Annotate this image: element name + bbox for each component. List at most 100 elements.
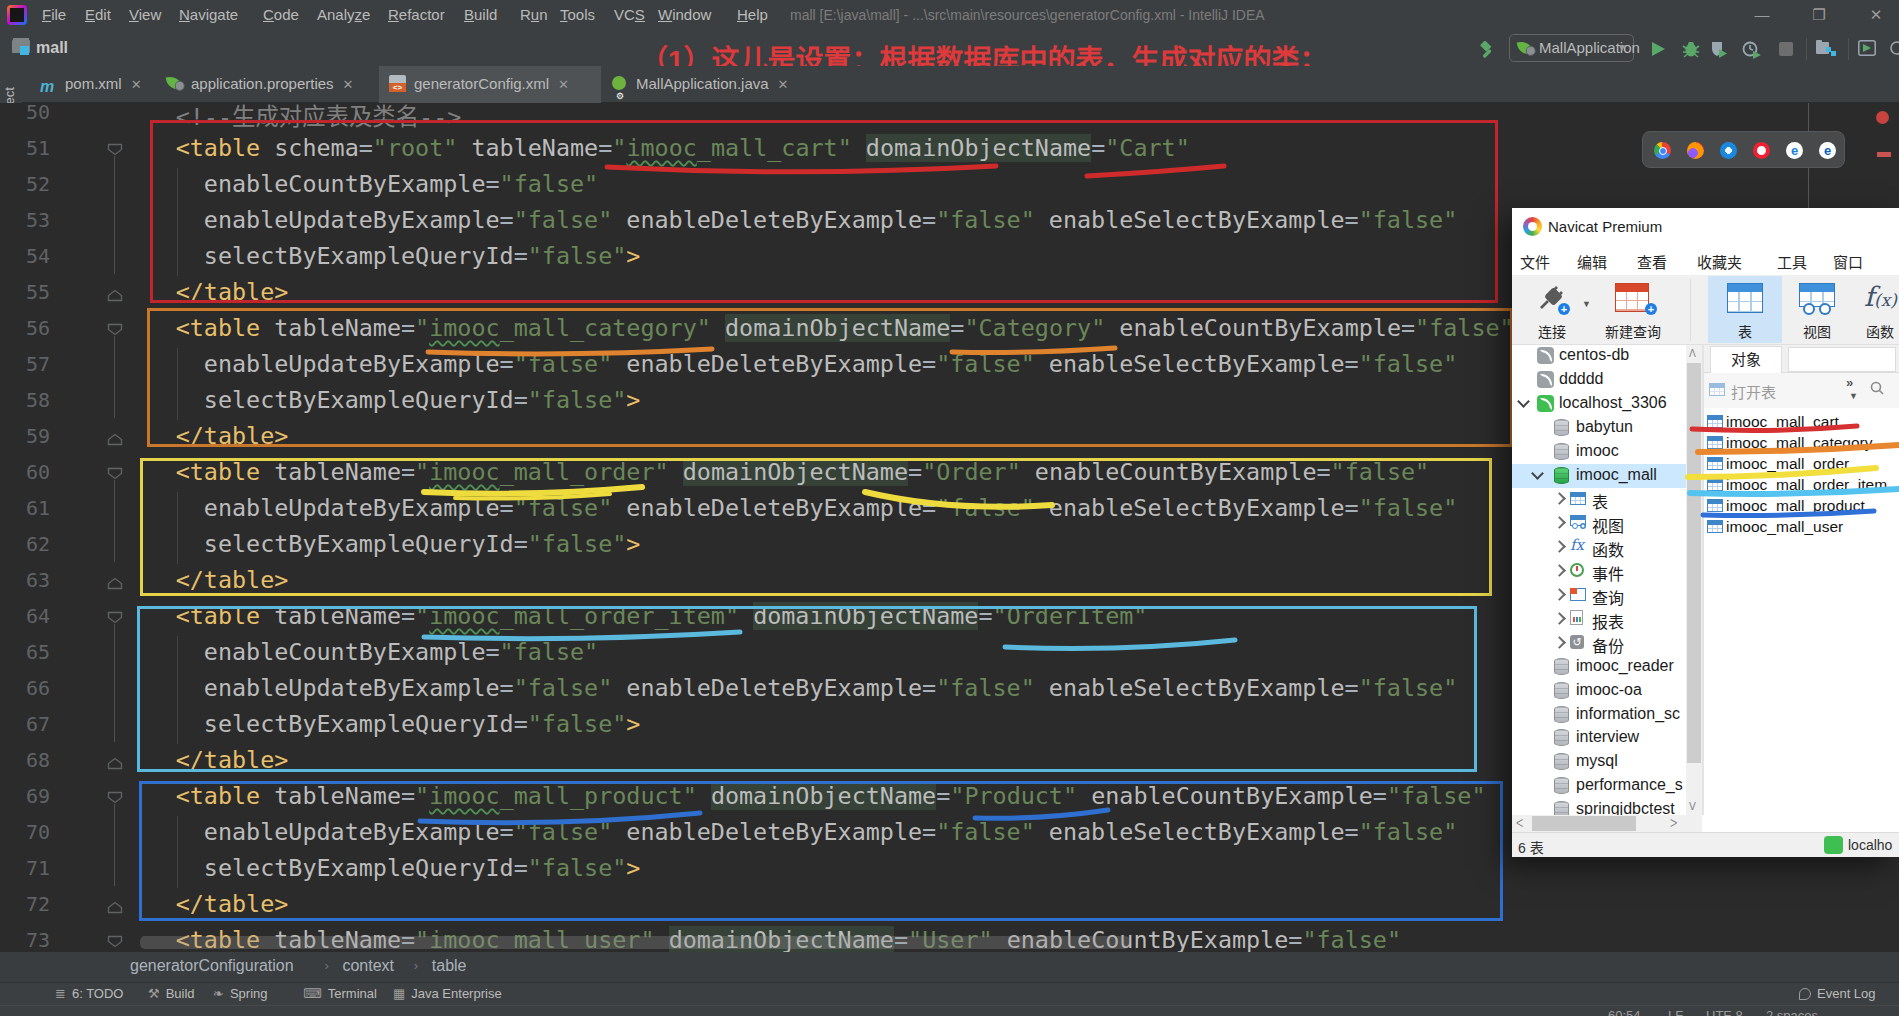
scroll-left-icon[interactable]: ᐸ bbox=[1516, 818, 1523, 829]
tree-item-centos-db[interactable]: centos-db bbox=[1512, 345, 1686, 368]
fold-start-icon[interactable] bbox=[107, 322, 123, 335]
menu-edit[interactable]: Edit bbox=[85, 0, 111, 29]
tab-close-icon[interactable]: ✕ bbox=[343, 77, 354, 92]
tree-item-事件[interactable]: 事件 bbox=[1512, 559, 1686, 583]
fold-end-icon[interactable] bbox=[107, 756, 123, 769]
breadcrumb-context[interactable]: context bbox=[342, 957, 394, 975]
object-row-imooc_mall_cart[interactable]: imooc_mall_cart bbox=[1704, 412, 1899, 433]
tree-item-报表[interactable]: 报表 bbox=[1512, 607, 1686, 631]
line-separator[interactable]: LF bbox=[1668, 1008, 1683, 1016]
tree-item-视图[interactable]: 视图 bbox=[1512, 511, 1686, 535]
tree-item-imooc-oa[interactable]: imooc-oa bbox=[1512, 679, 1686, 703]
object-row-imooc_mall_order_item[interactable]: imooc_mall_order_item bbox=[1704, 475, 1899, 496]
tree-item-springjdbctest[interactable]: springjdbctest bbox=[1512, 798, 1686, 815]
object-row-imooc_mall_product[interactable]: imooc_mall_product bbox=[1704, 496, 1899, 517]
scroll-down-icon[interactable]: ᐯ bbox=[1689, 801, 1696, 812]
status-event-log[interactable]: Event Log bbox=[1799, 986, 1876, 1001]
tree-item-mysql[interactable]: mysql bbox=[1512, 750, 1686, 774]
run-button[interactable] bbox=[1650, 41, 1666, 57]
tab-application-properties[interactable]: application.properties✕ bbox=[156, 66, 379, 103]
navicat-tool-连接[interactable]: 连接 bbox=[1518, 321, 1586, 341]
fold-start-icon[interactable] bbox=[107, 790, 123, 803]
tab-close-icon[interactable]: ✕ bbox=[778, 77, 789, 92]
menu-window[interactable]: Window bbox=[658, 0, 711, 29]
fold-end-icon[interactable] bbox=[107, 576, 123, 589]
status-terminal[interactable]: ⌨Terminal bbox=[303, 986, 377, 1001]
tree-item-查询[interactable]: 查询 bbox=[1512, 583, 1686, 607]
breadcrumb-table[interactable]: table bbox=[432, 957, 467, 975]
menu-refactor[interactable]: Refactor bbox=[388, 0, 445, 29]
scroll-up-icon[interactable]: ᐱ bbox=[1689, 348, 1696, 359]
menu-run[interactable]: Run bbox=[520, 0, 548, 29]
tree-item-imooc[interactable]: imooc bbox=[1512, 440, 1686, 464]
browser-firefox-icon[interactable] bbox=[1687, 142, 1704, 159]
tree-item-localhost_3306[interactable]: localhost_3306 bbox=[1512, 392, 1686, 416]
menu-navigate[interactable]: Navigate bbox=[179, 0, 238, 29]
file-encoding[interactable]: UTF-8 bbox=[1706, 1008, 1743, 1016]
menu-analyze[interactable]: Analyze bbox=[317, 0, 370, 29]
build-hammer-icon[interactable] bbox=[1478, 41, 1496, 59]
editor-hscrollbar[interactable] bbox=[140, 936, 1130, 949]
object-row-imooc_mall_order[interactable]: imooc_mall_order bbox=[1704, 454, 1899, 475]
scroll-right-icon[interactable]: ᐳ bbox=[1670, 818, 1677, 829]
status-build[interactable]: ⚒Build bbox=[148, 986, 195, 1001]
tab-close-icon[interactable]: ✕ bbox=[558, 77, 569, 92]
object-filter-box[interactable] bbox=[1788, 347, 1896, 372]
navicat-menu-收藏夹[interactable]: 收藏夹 bbox=[1697, 251, 1742, 272]
tree-item-备份[interactable]: ↺备份 bbox=[1512, 631, 1686, 655]
maximize-button[interactable]: ❐ bbox=[1809, 6, 1829, 24]
tab-MallApplication-java[interactable]: ⚙MallApplication.java✕ bbox=[601, 66, 829, 103]
coverage-button[interactable] bbox=[1710, 40, 1728, 58]
breadcrumb-generatorConfiguration[interactable]: generatorConfiguration bbox=[130, 957, 294, 975]
browser-edge-icon[interactable]: e bbox=[1819, 142, 1836, 159]
tree-item-performance_s[interactable]: performance_s bbox=[1512, 774, 1686, 798]
fold-start-icon[interactable] bbox=[107, 142, 123, 155]
navicat-menu-文件[interactable]: 文件 bbox=[1520, 251, 1550, 272]
hscroll-thumb[interactable] bbox=[1532, 816, 1636, 831]
fold-end-icon[interactable] bbox=[107, 900, 123, 913]
scrollbar-thumb[interactable] bbox=[1687, 363, 1701, 763]
debug-button[interactable] bbox=[1682, 40, 1700, 58]
status-6-todo[interactable]: ≣6: TODO bbox=[55, 986, 123, 1001]
close-button[interactable]: ✕ bbox=[1866, 6, 1886, 24]
menu-vcs[interactable]: VCS bbox=[614, 0, 645, 29]
profiler-button[interactable] bbox=[1742, 40, 1761, 59]
tab-objects[interactable]: 对象 bbox=[1710, 346, 1782, 373]
tree-item-表[interactable]: 表 bbox=[1512, 487, 1686, 511]
open-table-button[interactable]: 打开表 bbox=[1731, 381, 1776, 402]
browser-safari-icon[interactable] bbox=[1720, 142, 1737, 159]
tree-item-imooc_mall[interactable]: imooc_mall bbox=[1512, 464, 1686, 488]
caret-position[interactable]: 60:54 bbox=[1608, 1008, 1641, 1016]
menu-build[interactable]: Build bbox=[464, 0, 497, 29]
tree-item-information_sc[interactable]: information_sc bbox=[1512, 703, 1686, 727]
tab-pom-xml[interactable]: mpom.xml✕ bbox=[30, 66, 156, 103]
menu-view[interactable]: View bbox=[129, 0, 161, 29]
tab-generatorConfig-xml[interactable]: <>generatorConfig.xml✕ bbox=[379, 66, 601, 103]
expand-icon[interactable] bbox=[1517, 395, 1530, 408]
stop-button[interactable] bbox=[1779, 42, 1793, 56]
tree-item-interview[interactable]: interview bbox=[1512, 726, 1686, 750]
fold-start-icon[interactable] bbox=[107, 466, 123, 479]
run-anything-icon[interactable] bbox=[1858, 40, 1876, 56]
status-java-enterprise[interactable]: ▦Java Enterprise bbox=[393, 986, 502, 1001]
collapse-icon[interactable] bbox=[1553, 612, 1566, 625]
tree-item-ddddd[interactable]: ddddd bbox=[1512, 368, 1686, 392]
collapse-icon[interactable] bbox=[1553, 564, 1566, 577]
tree-item-imooc_reader[interactable]: imooc_reader bbox=[1512, 655, 1686, 679]
fold-start-icon[interactable] bbox=[107, 610, 123, 623]
status-spring[interactable]: ❧Spring bbox=[213, 986, 267, 1001]
tab-close-icon[interactable]: ✕ bbox=[131, 77, 142, 92]
browser-ie-icon[interactable]: e bbox=[1786, 142, 1803, 159]
collapse-icon[interactable] bbox=[1553, 516, 1566, 529]
indent-info[interactable]: 2 spaces bbox=[1766, 1008, 1818, 1016]
collapse-icon[interactable] bbox=[1553, 636, 1566, 649]
tree-item-babytun[interactable]: babytun bbox=[1512, 416, 1686, 440]
fold-start-icon[interactable] bbox=[107, 934, 123, 947]
navicat-tool-新建查询[interactable]: 新建查询 bbox=[1599, 321, 1667, 341]
collapse-icon[interactable] bbox=[1553, 493, 1566, 506]
open-project-icon[interactable] bbox=[1816, 40, 1836, 57]
object-row-imooc_mall_user[interactable]: imooc_mall_user bbox=[1704, 517, 1899, 538]
collapse-icon[interactable] bbox=[1553, 588, 1566, 601]
navicat-tree-scrollbar[interactable]: ᐱᐯ bbox=[1686, 345, 1702, 815]
collapse-icon[interactable] bbox=[1553, 540, 1566, 553]
